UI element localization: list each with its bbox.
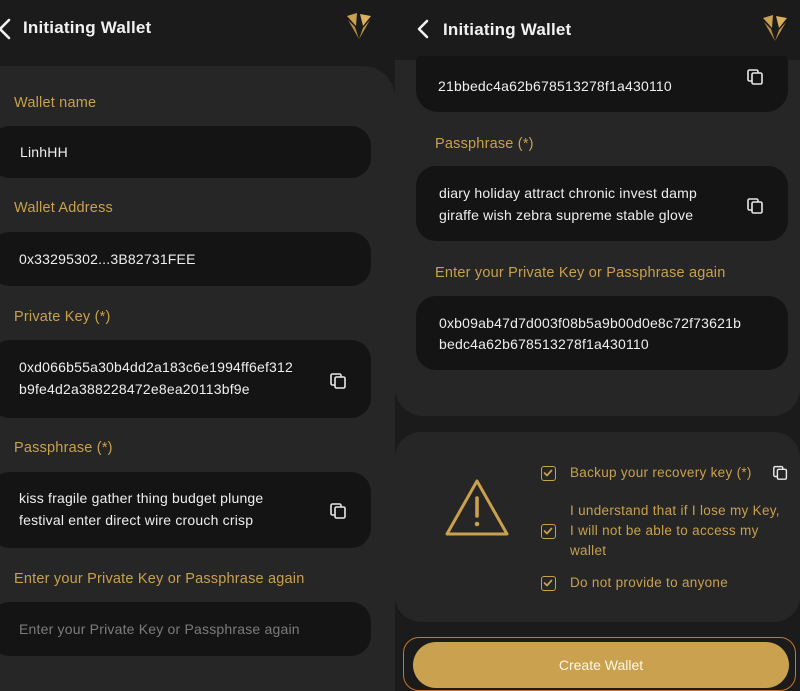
no-share-label: Do not provide to anyone	[570, 575, 729, 590]
passphrase-label: Passphrase (*)	[435, 136, 534, 152]
copy-icon	[747, 198, 763, 214]
passphrase-label: Passphrase (*)	[14, 440, 113, 456]
create-wallet-button[interactable]: Create Wallet	[413, 642, 789, 688]
no-share-checkbox[interactable]	[541, 576, 556, 591]
wallet-address-label: Wallet Address	[14, 200, 113, 216]
top-bar: Initiating Wallet	[395, 0, 800, 60]
passphrase-line-2: festival enter direct wire crouch crisp	[19, 512, 254, 528]
understand-line-1: I understand that if I lose my Key,	[570, 503, 780, 518]
backup-label: Backup your recovery key (*)	[570, 465, 752, 480]
confirm-key-input[interactable]: 0xb09ab47d7d003f08b5a9b00d0e8c72f73621b …	[416, 296, 788, 370]
back-button[interactable]	[0, 15, 18, 43]
confirm-key-input[interactable]: Enter your Private Key or Passphrase aga…	[0, 602, 371, 656]
check-icon	[543, 579, 553, 587]
logo-icon	[760, 13, 790, 43]
wallet-address-field[interactable]: 0x33295302...3B82731FEE	[0, 232, 371, 286]
copy-icon	[773, 465, 788, 480]
logo-icon	[344, 11, 374, 41]
check-icon	[543, 469, 553, 477]
private-key-line-2: b9fe4d2a388228472e8ea20113bf9e	[19, 381, 250, 397]
copy-icon	[330, 503, 346, 519]
passphrase-field[interactable]: kiss fragile gather thing budget plunge …	[0, 472, 371, 548]
warning-icon	[443, 476, 511, 540]
wallet-name-label: Wallet name	[14, 95, 97, 111]
check-icon	[543, 527, 553, 535]
private-key-line-1: 0xd066b55a30b4dd2a183c6e1994ff6ef312	[19, 359, 293, 375]
passphrase-field[interactable]: diary holiday attract chronic invest dam…	[416, 166, 788, 241]
private-key-field[interactable]: 0xd066b55a30b4dd2a183c6e1994ff6ef312 b9f…	[0, 340, 371, 418]
page-title: Initiating Wallet	[23, 18, 152, 37]
back-arrow-icon	[0, 18, 11, 40]
wallet-name-value: LinhHH	[20, 144, 68, 160]
wallet-address-value: 0x33295302...3B82731FEE	[19, 251, 196, 267]
understand-checkbox[interactable]	[541, 524, 556, 539]
field-edge	[416, 56, 788, 66]
understand-line-3: wallet	[570, 543, 607, 558]
private-key-label: Private Key (*)	[14, 309, 111, 325]
backup-checkbox[interactable]	[541, 466, 556, 481]
understand-line-2: I will not be able to access my	[570, 523, 759, 538]
passphrase-line-1: diary holiday attract chronic invest dam…	[439, 185, 697, 201]
confirm-key-label: Enter your Private Key or Passphrase aga…	[435, 265, 726, 281]
copy-private-key-button[interactable]	[329, 370, 349, 390]
copy-icon	[330, 373, 346, 389]
passphrase-line-1: kiss fragile gather thing budget plunge	[19, 490, 264, 506]
confirm-key-line-1: 0xb09ab47d7d003f08b5a9b00d0e8c72f73621b	[439, 315, 742, 331]
wallet-name-field[interactable]: LinhHH	[0, 126, 371, 178]
copy-recovery-key-button[interactable]	[772, 463, 790, 481]
copy-icon	[747, 69, 763, 85]
copy-passphrase-button[interactable]	[329, 500, 349, 520]
initiating-wallet-screen-right: 21bbedc4a62b678513278f1a430110 Initiatin…	[395, 0, 800, 691]
confirm-key-placeholder: Enter your Private Key or Passphrase aga…	[19, 621, 300, 637]
page-title: Initiating Wallet	[443, 20, 572, 39]
initiating-wallet-screen-left: Initiating Wallet Wallet name LinhHH Wal…	[0, 0, 395, 691]
copy-private-key-button[interactable]	[746, 66, 766, 86]
top-bar: Initiating Wallet	[0, 0, 395, 62]
private-key-tail: 21bbedc4a62b678513278f1a430110	[438, 78, 672, 94]
passphrase-line-2: giraffe wish zebra supreme stable glove	[439, 207, 694, 223]
back-button[interactable]	[411, 15, 437, 43]
confirm-key-line-2: bedc4a62b678513278f1a430110	[439, 336, 649, 352]
copy-passphrase-button[interactable]	[746, 195, 766, 215]
confirm-key-label: Enter your Private Key or Passphrase aga…	[14, 571, 305, 587]
back-arrow-icon	[417, 19, 429, 39]
